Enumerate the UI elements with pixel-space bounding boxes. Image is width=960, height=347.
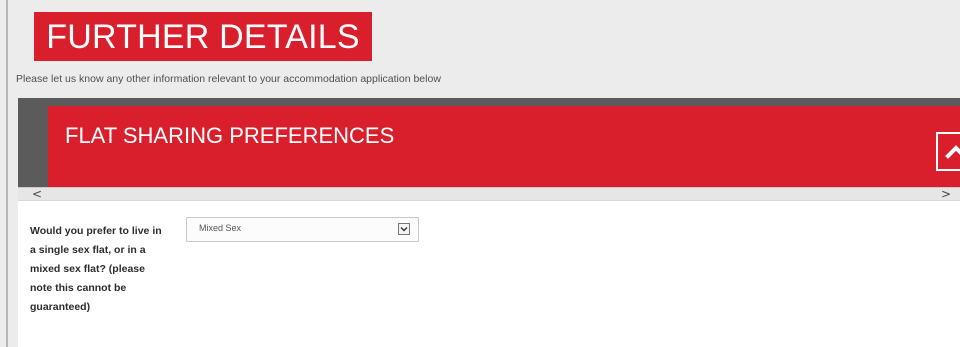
selected-option: Mixed Sex: [199, 223, 242, 233]
section-title: FLAT SHARING PREFERENCES: [65, 123, 395, 148]
flat-preference-question: Would you prefer to live in a single sex…: [30, 225, 162, 313]
page-title: FURTHER DETAILS: [34, 12, 372, 61]
chevron-down-icon: [398, 223, 410, 235]
chevron-right-icon[interactable]: >: [940, 187, 952, 201]
left-edge-rule: [6, 0, 8, 347]
flat-sharing-preferences-section: FLAT SHARING PREFERENCES: [18, 98, 960, 187]
chevron-up-icon: [944, 144, 960, 159]
chevron-left-icon[interactable]: <: [31, 187, 43, 201]
horizontal-scrollbar[interactable]: < >: [18, 187, 960, 201]
collapse-section-button[interactable]: [936, 132, 960, 171]
page-subtitle: Please let us know any other information…: [16, 73, 441, 85]
further-details-page: FURTHER DETAILS Please let us know any o…: [0, 0, 960, 347]
flat-preference-select[interactable]: Mixed Sex: [186, 217, 419, 242]
section-header[interactable]: FLAT SHARING PREFERENCES: [48, 106, 960, 187]
form-panel: Would you prefer to live in a single sex…: [18, 201, 960, 347]
